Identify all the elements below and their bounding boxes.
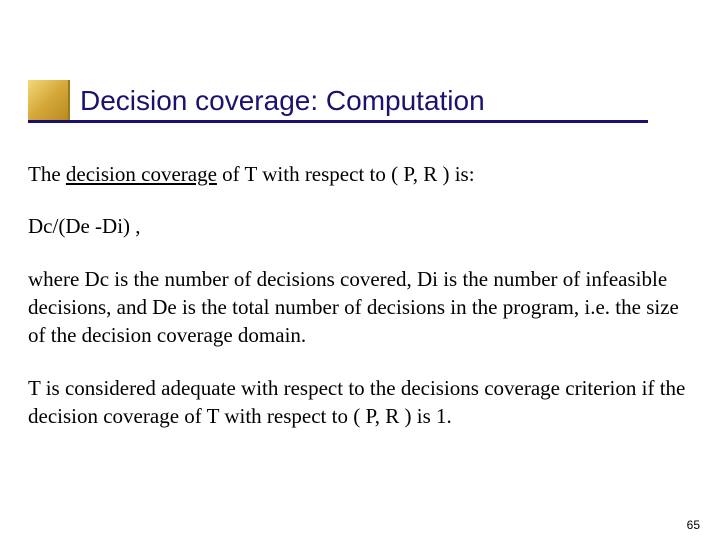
paragraph-4: T is considered adequate with respect to… — [28, 374, 688, 431]
slide-title: Decision coverage: Computation — [80, 85, 485, 117]
p1-post: of T with respect to ( P, R ) is: — [217, 162, 475, 186]
title-underline-rule — [28, 120, 648, 123]
slide-body: The decision coverage of T with respect … — [28, 160, 688, 430]
paragraph-1: The decision coverage of T with respect … — [28, 160, 688, 188]
p1-pre: The — [28, 162, 66, 186]
paragraph-2: Dc/(De -Di) , — [28, 212, 688, 240]
page-number: 65 — [687, 518, 700, 532]
title-accent-block — [28, 80, 70, 122]
paragraph-3: where Dc is the number of decisions cove… — [28, 265, 688, 350]
p1-term: decision coverage — [66, 162, 217, 186]
